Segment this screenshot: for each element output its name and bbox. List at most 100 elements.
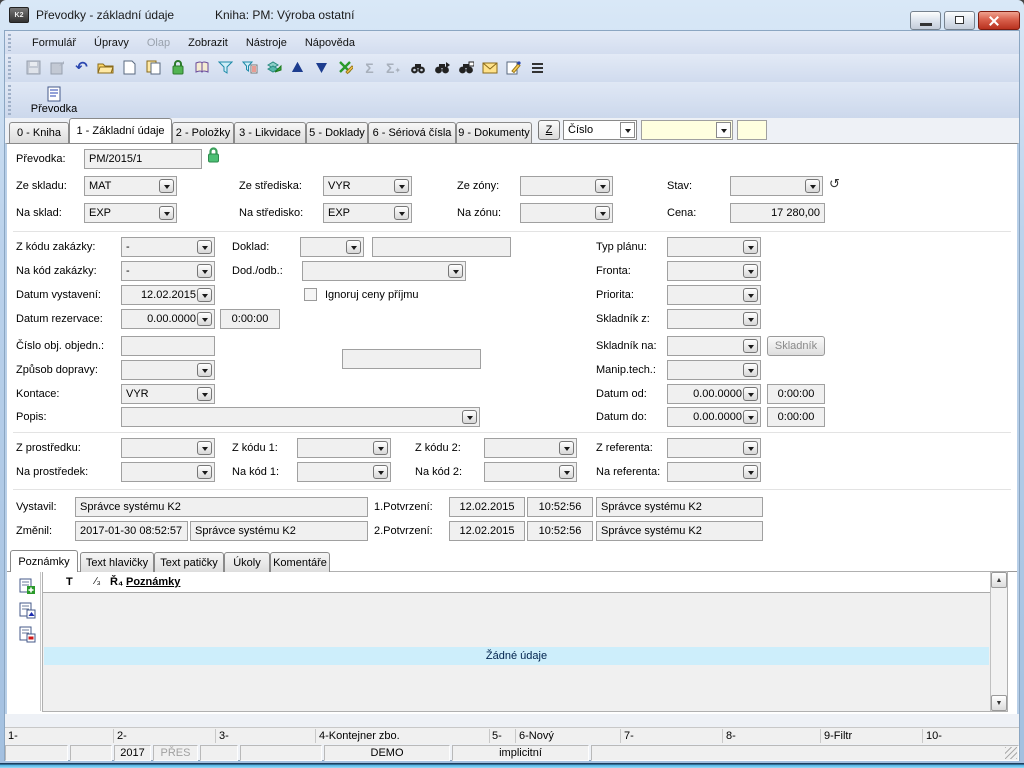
ze-zony-combo[interactable] [520,176,613,196]
chevron-down-icon[interactable] [394,206,409,220]
delete-record-icon[interactable] [19,626,36,643]
chevron-down-icon[interactable] [743,312,758,326]
chevron-down-icon[interactable] [743,264,758,278]
dod-odb-combo[interactable] [302,261,466,281]
na-kod-1-combo[interactable] [297,462,391,482]
prevodka-button[interactable]: Převodka [19,83,89,117]
fkey-1[interactable]: 1- [8,730,18,742]
chevron-down-icon[interactable] [197,264,212,278]
copy-icon[interactable] [145,59,162,76]
chevron-down-icon[interactable] [743,339,758,353]
datum-do-time-field[interactable]: 0:00:00 [767,407,825,427]
ignoruj-ceny-checkbox[interactable] [304,288,317,301]
refresh-data-icon[interactable] [265,59,282,76]
doklad-text-field[interactable] [372,237,511,257]
skladnik-na-combo[interactable] [667,336,761,356]
na-stredisko-combo[interactable]: EXP [323,203,412,223]
chevron-down-icon[interactable] [743,465,758,479]
na-kod-2-combo[interactable] [484,462,577,482]
z-prostredku-combo[interactable] [121,438,215,458]
menu-upravy[interactable]: Úpravy [85,37,138,49]
grid-col-s3[interactable]: ∕₃ [95,576,101,587]
notes-tab-komentare[interactable]: Komentáře [270,552,330,572]
chevron-down-icon[interactable] [394,179,409,193]
datum-od-time-field[interactable]: 0:00:00 [767,384,825,404]
delete-edit-icon[interactable] [337,59,354,76]
sort-down-icon[interactable] [313,59,330,76]
chevron-down-icon[interactable] [197,288,212,302]
fkey-5[interactable]: 5- [492,730,502,742]
chevron-down-icon[interactable] [197,312,212,326]
chevron-down-icon[interactable] [346,240,361,254]
quick-search-input[interactable] [737,120,767,140]
tab-5-doklady[interactable]: 5 - Doklady [306,122,368,143]
zpusob-dopravy-combo[interactable] [121,360,215,380]
z-kodu-2-combo[interactable] [484,438,577,458]
chevron-down-icon[interactable] [197,240,212,254]
fkey-7[interactable]: 7- [624,730,634,742]
undo-icon[interactable]: ↶ [73,59,90,76]
priorita-combo[interactable] [667,285,761,305]
datum-do-combo[interactable]: 0.00.0000 [667,407,761,427]
chevron-down-icon[interactable] [197,441,212,455]
menu-formular[interactable]: Formulář [23,37,85,49]
datum-rezervace-combo[interactable]: 0.00.0000 [121,309,215,329]
find-icon[interactable] [409,59,426,76]
menu-icon[interactable] [529,59,546,76]
doklad-combo[interactable] [300,237,364,257]
notes-tab-poznamky[interactable]: Poznámky [10,550,78,572]
popis-combo[interactable] [121,407,480,427]
vertical-scrollbar[interactable]: ▲ ▼ [990,572,1007,711]
resize-grip[interactable] [1005,747,1017,759]
sort-up-icon[interactable] [289,59,306,76]
grid-col-poznamky[interactable]: Poznámky [126,576,180,588]
fronta-combo[interactable] [667,261,761,281]
chevron-down-icon[interactable] [373,465,388,479]
chevron-down-icon[interactable] [559,441,574,455]
change-record-icon[interactable] [19,602,36,619]
chevron-down-icon[interactable] [743,441,758,455]
chevron-down-icon[interactable] [197,363,212,377]
na-referenta-combo[interactable] [667,462,761,482]
scroll-up-icon[interactable]: ▲ [991,572,1007,588]
scroll-down-icon[interactable]: ▼ [991,695,1007,711]
fkey-10[interactable]: 10- [926,730,942,742]
grid-col-r4[interactable]: Ř₄ [110,576,123,588]
title-bar[interactable]: K2 Převodky - základní údaje Kniha: PM: … [0,0,1024,30]
new-document-icon[interactable] [121,59,138,76]
chevron-down-icon[interactable] [559,465,574,479]
fkey-2[interactable]: 2- [117,730,127,742]
restore-button[interactable] [944,11,975,30]
na-zonu-combo[interactable] [520,203,613,223]
toolbar-grip-2[interactable] [8,57,11,79]
datum-rezervace-time-field[interactable]: 0:00:00 [220,309,280,329]
quick-search-combo[interactable] [641,120,733,140]
tab-6-seriova-cisla[interactable]: 6 - Sériová čísla [368,122,456,143]
skladnik-button[interactable]: Skladník [767,336,825,356]
chevron-down-icon[interactable] [197,465,212,479]
notes-grid[interactable]: T ∕₃ Ř₄ Poznámky Žádné údaje ▲ ▼ [42,571,1008,712]
chevron-down-icon[interactable] [448,264,463,278]
menu-zobrazit[interactable]: Zobrazit [179,37,237,49]
z-referenta-combo[interactable] [667,438,761,458]
toolbar-grip-3[interactable] [8,85,11,115]
chevron-down-icon[interactable] [595,206,610,220]
chevron-down-icon[interactable] [159,179,174,193]
chevron-down-icon[interactable] [716,122,731,138]
notes-tab-ukoly[interactable]: Úkoly [224,552,270,572]
tab-9-dokumenty[interactable]: 9 - Dokumenty [456,122,532,143]
datum-vystaveni-combo[interactable]: 12.02.2015 [121,285,215,305]
manip-tech-combo[interactable] [667,360,761,380]
fkey-6[interactable]: 6-Nový [519,730,554,742]
kontace-combo[interactable]: VYR [121,384,215,404]
chevron-down-icon[interactable] [743,387,758,401]
tab-1-zakladni-udaje[interactable]: 1 - Základní údaje [69,118,172,143]
fkey-4[interactable]: 4-Kontejner zbo. [319,730,400,742]
na-sklad-combo[interactable]: EXP [84,203,177,223]
chevron-down-icon[interactable] [805,179,820,193]
na-kod-zakazky-combo[interactable]: - [121,261,215,281]
toolbar-grip[interactable] [8,34,11,51]
open-folder-icon[interactable] [97,59,114,76]
edit-page-icon[interactable] [505,59,522,76]
fkey-9[interactable]: 9-Filtr [824,730,852,742]
